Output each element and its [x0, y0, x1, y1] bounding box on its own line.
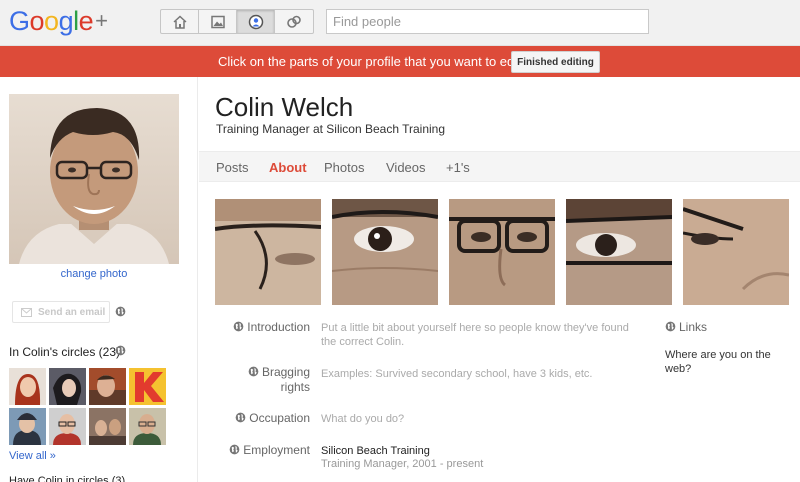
employment-value[interactable]: Silicon Beach Training — [321, 444, 641, 458]
profile-name[interactable]: Colin Welch — [215, 92, 353, 123]
circles-avatar-grid — [9, 368, 166, 445]
edit-profile-banner: Click on the parts of your profile that … — [0, 46, 800, 77]
globe-icon[interactable] — [665, 321, 676, 332]
field-label-text: Bragging — [261, 365, 310, 379]
scrapbook-photo-strip[interactable] — [215, 199, 800, 305]
profile-sidebar: change photo Send an email In Colin's ci… — [0, 77, 198, 482]
profile-icon — [248, 14, 263, 29]
bragging-rights-label[interactable]: Bragging rights — [228, 365, 310, 395]
field-label-text: Employment — [243, 443, 310, 457]
tab-plus-ones[interactable]: +1's — [446, 160, 470, 175]
globe-icon[interactable] — [233, 321, 244, 332]
tab-photos[interactable]: Photos — [324, 160, 364, 175]
circles-icon — [287, 15, 301, 28]
home-icon — [172, 14, 187, 29]
photos-icon — [210, 15, 225, 28]
tab-videos[interactable]: Videos — [386, 160, 426, 175]
home-nav-button[interactable] — [161, 10, 199, 33]
bragging-rights-value[interactable]: Examples: Survived secondary school, hav… — [321, 367, 641, 381]
employment-label[interactable]: Employment — [224, 443, 310, 457]
occupation-label[interactable]: Occupation — [228, 411, 310, 425]
edit-banner-message: Click on the parts of your profile that … — [218, 54, 525, 69]
introduction-label[interactable]: Introduction — [228, 320, 310, 334]
globe-icon[interactable] — [235, 412, 246, 423]
send-email-label: Send an email — [38, 306, 106, 318]
circles-nav-button[interactable] — [275, 10, 313, 33]
field-label-text: Occupation — [249, 411, 310, 425]
globe-icon[interactable] — [248, 366, 259, 377]
field-label-text: Introduction — [247, 320, 310, 334]
photos-nav-button[interactable] — [199, 10, 237, 33]
send-email-button[interactable]: Send an email — [12, 301, 110, 323]
profile-tagline[interactable]: Training Manager at Silicon Beach Traini… — [216, 122, 445, 136]
tab-about[interactable]: About — [269, 160, 307, 175]
logo-letter: o — [44, 6, 59, 36]
logo-plus: + — [95, 8, 108, 33]
globe-icon[interactable] — [229, 444, 240, 455]
change-photo-link[interactable]: change photo — [9, 268, 179, 280]
circle-avatar[interactable] — [89, 408, 126, 445]
tab-posts[interactable]: Posts — [216, 160, 249, 175]
links-label[interactable]: Links — [665, 320, 707, 334]
links-label-text: Links — [679, 320, 708, 334]
scrapbook-photo[interactable] — [449, 199, 555, 305]
have-in-circles-title: Have Colin in circles (3) — [9, 475, 126, 482]
scrapbook-photo[interactable] — [332, 199, 438, 305]
find-people-search-input[interactable] — [326, 9, 649, 34]
logo-letter: g — [58, 6, 74, 36]
in-circles-title: In Colin's circles (23) — [9, 345, 120, 359]
circle-avatar[interactable] — [129, 408, 166, 445]
employment-details[interactable]: Training Manager, 2001 - present — [321, 458, 483, 470]
circle-avatar[interactable] — [89, 368, 126, 405]
circle-avatar[interactable] — [9, 408, 46, 445]
links-prompt[interactable]: Where are you on the web? — [665, 348, 785, 376]
globe-icon[interactable] — [115, 306, 126, 317]
view-all-circles-link[interactable]: View all » — [9, 450, 56, 462]
introduction-value[interactable]: Put a little bit about yourself here so … — [321, 321, 641, 349]
profile-photo[interactable] — [9, 94, 179, 264]
scrapbook-photo[interactable] — [683, 199, 789, 305]
occupation-value[interactable]: What do you do? — [321, 412, 641, 426]
profile-tabs: Posts About Photos Videos +1's — [199, 151, 800, 182]
main-nav — [160, 9, 314, 34]
finished-editing-button[interactable]: Finished editing — [511, 51, 600, 73]
circle-avatar[interactable] — [49, 368, 86, 405]
field-label-text: rights — [280, 380, 310, 394]
circle-avatar[interactable] — [129, 368, 166, 405]
logo-letter: o — [29, 6, 45, 36]
top-bar: Google+ — [0, 0, 800, 46]
scrapbook-photo[interactable] — [215, 199, 321, 305]
circle-avatar[interactable] — [9, 368, 46, 405]
circle-avatar[interactable] — [49, 408, 86, 445]
profile-nav-button[interactable] — [237, 10, 275, 33]
logo-letter: G — [9, 6, 30, 36]
google-plus-logo[interactable]: Google+ — [9, 5, 108, 37]
scrapbook-photo[interactable] — [566, 199, 672, 305]
globe-icon[interactable] — [115, 345, 126, 356]
logo-letter: e — [78, 6, 94, 36]
envelope-icon — [21, 307, 32, 317]
